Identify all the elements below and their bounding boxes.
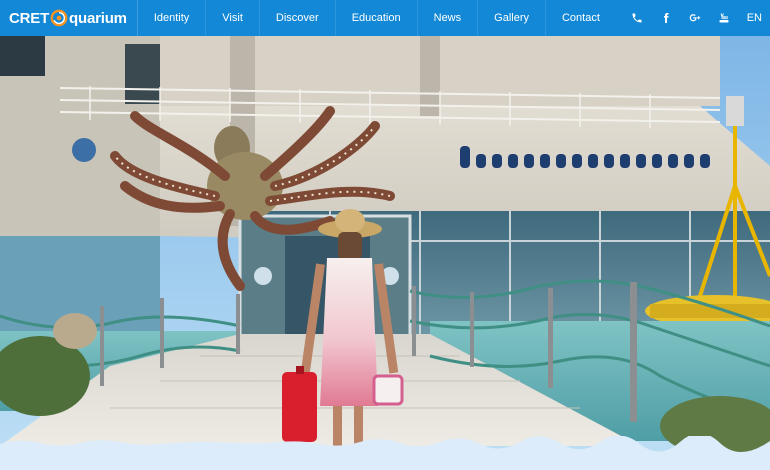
- google-plus-icon[interactable]: [681, 0, 710, 36]
- language-selector[interactable]: EN: [739, 0, 762, 36]
- nav-discover[interactable]: Discover: [258, 0, 335, 36]
- facebook-icon[interactable]: [652, 0, 681, 36]
- hero-banner: [0, 36, 770, 470]
- phone-icon[interactable]: [623, 0, 652, 36]
- logo-spiral-icon: [50, 9, 68, 27]
- main-nav: Identity Visit Discover Education News G…: [136, 0, 616, 36]
- nav-visit[interactable]: Visit: [205, 0, 259, 36]
- logo-text-part1: CRET: [9, 9, 50, 27]
- nav-news[interactable]: News: [416, 0, 478, 36]
- youtube-icon[interactable]: [710, 0, 739, 36]
- site-logo[interactable]: CRET quarium: [0, 0, 137, 36]
- bottom-wave: [0, 436, 770, 470]
- nav-identity[interactable]: Identity: [136, 0, 205, 36]
- nav-education[interactable]: Education: [334, 0, 417, 36]
- hero-photo: [0, 36, 770, 470]
- top-navbar: CRET quarium Identity Visit Discover Edu…: [0, 0, 770, 36]
- nav-gallery[interactable]: Gallery: [477, 0, 545, 36]
- header-tools: EN: [623, 0, 770, 36]
- nav-contact[interactable]: Contact: [544, 0, 616, 36]
- logo-text-part2: quarium: [69, 9, 127, 27]
